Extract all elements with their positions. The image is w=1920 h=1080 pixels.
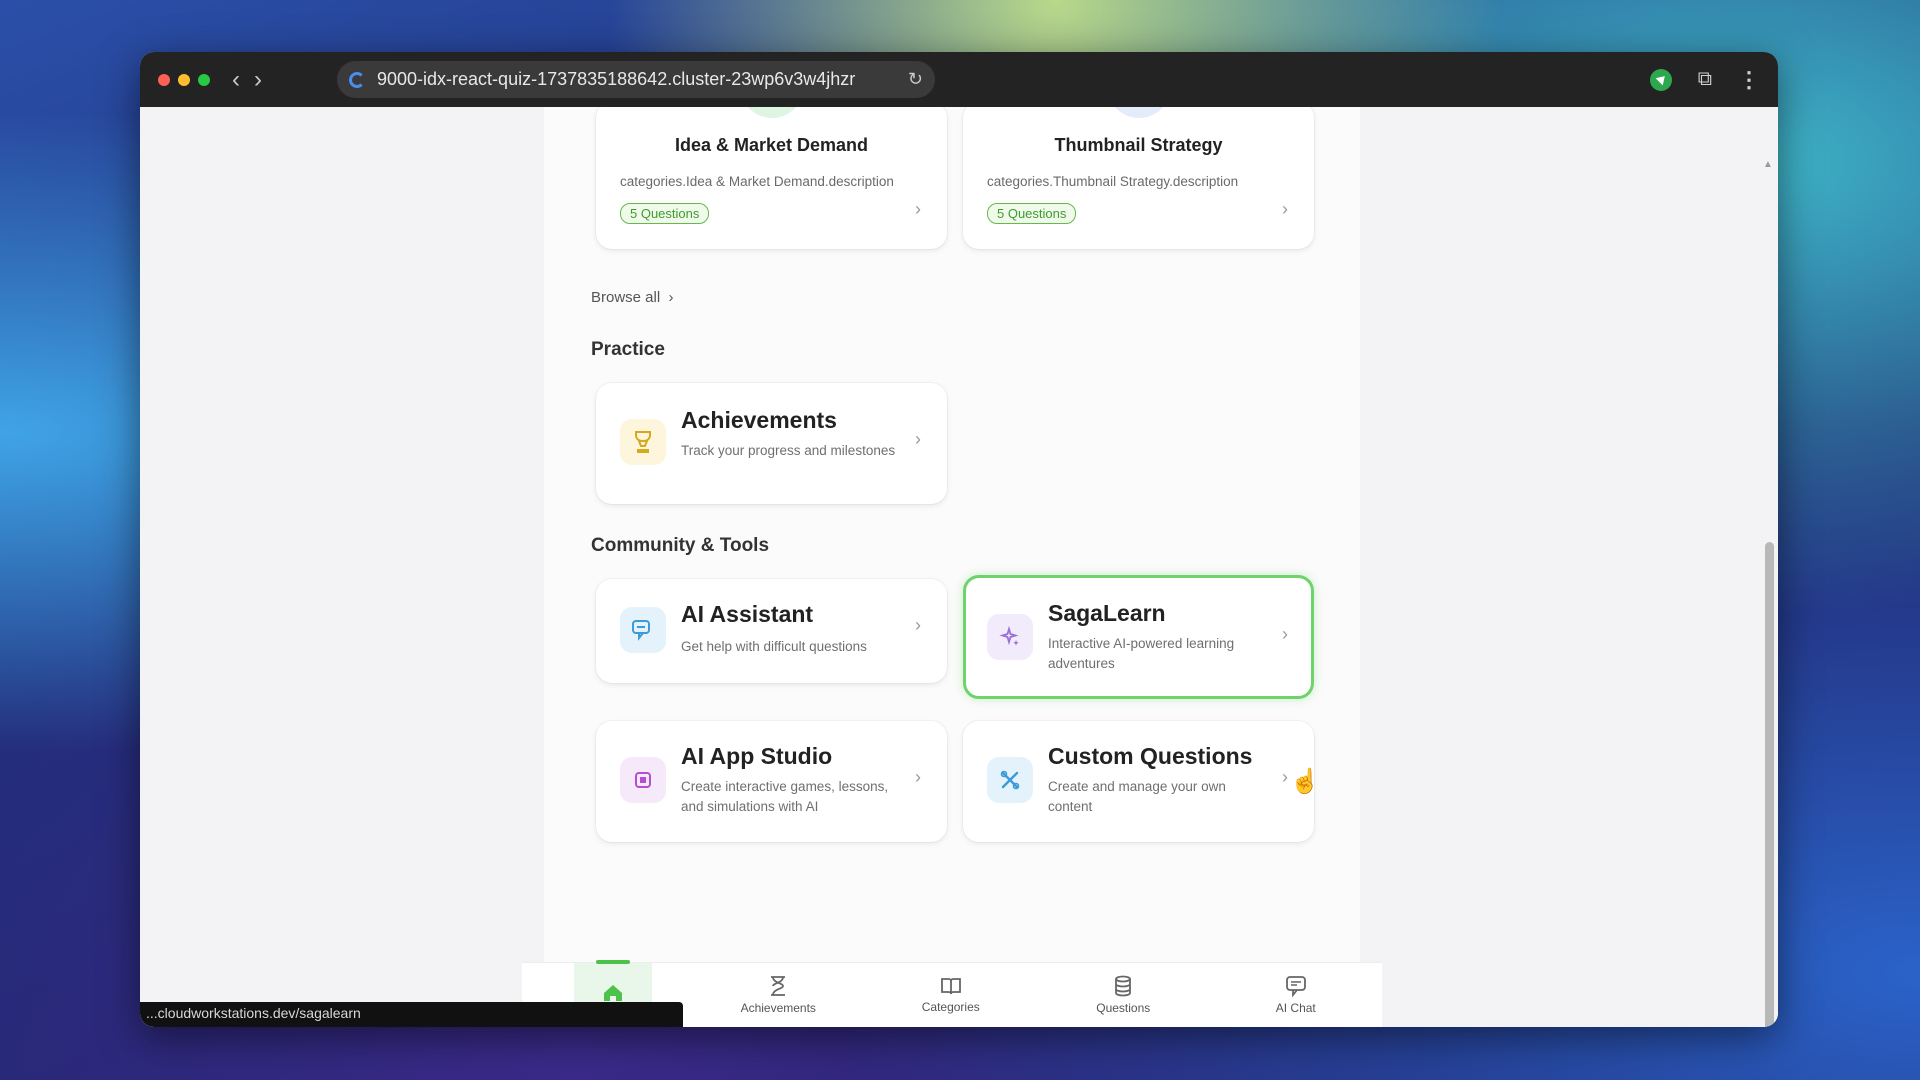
chevron-right-icon: › [915,199,921,219]
reload-icon[interactable]: ↻ [908,69,923,90]
chip-icon [620,757,666,803]
browse-all-label: Browse all [591,289,661,306]
chevron-right-icon: › [1282,767,1288,787]
minimize-window-button[interactable] [178,73,190,86]
category-title: Thumbnail Strategy [1054,135,1223,155]
sparkles-icon [987,614,1033,660]
category-icon-circle [739,107,804,118]
status-bar-link-preview: ...cloudworkstations.dev/sagalearn [140,1002,683,1027]
chevron-right-icon: › [915,429,921,449]
trophy-icon [620,419,666,465]
chevron-right-icon: › [1282,624,1288,644]
achievements-card[interactable]: Achievements Track your progress and mil… [596,383,947,504]
category-card-thumbnail-strategy[interactable]: Thumbnail Strategy categories.Thumbnail … [963,107,1314,249]
nav-ai-chat[interactable]: AI Chat [1210,963,1383,1027]
browser-window: ‹ › 9000-idx-react-quiz-1737835188642.cl… [140,52,1778,1027]
back-icon[interactable]: ‹ [232,67,240,92]
card-description: Get help with difficult questions [681,639,867,654]
category-description: categories.Idea & Market Demand.descript… [620,174,894,189]
scroll-up-arrow-icon[interactable]: ▲ [1763,159,1773,170]
card-title: AI Assistant [681,601,814,627]
section-title-practice: Practice [591,339,665,360]
home-icon [604,985,622,1001]
nav-questions[interactable]: Questions [1037,963,1210,1027]
close-window-button[interactable] [158,73,170,86]
chat-icon [1285,976,1306,997]
card-title: Achievements [681,407,837,433]
card-description: Create and manage your own content [1048,779,1226,814]
forward-icon[interactable]: › [254,67,262,92]
scroll-thumb[interactable] [1765,542,1774,1027]
card-description: Create interactive games, lessons, and s… [681,779,889,814]
category-description: categories.Thumbnail Strategy.descriptio… [987,174,1239,189]
chat-icon [620,607,666,653]
chevron-right-icon: › [1282,199,1288,219]
address-bar[interactable]: 9000-idx-react-quiz-1737835188642.cluste… [337,61,935,98]
card-title: Custom Questions [1048,743,1253,769]
custom-questions-card[interactable]: Custom Questions Create and manage your … [963,721,1314,842]
card-description: Track your progress and milestones [681,443,896,458]
vertical-scrollbar[interactable]: ▲ ▼ [1763,159,1774,1027]
browser-actions: ⧉ ⋮ [1649,52,1760,107]
window-controls [158,73,210,86]
browse-all-link[interactable]: Browse all › [591,289,674,306]
category-icon-circle [1106,107,1171,118]
nav-label: Questions [1096,1001,1151,1015]
menu-kebab-icon[interactable]: ⋮ [1738,67,1760,93]
card-description: Interactive AI-powered learning adventur… [1048,636,1235,671]
url-text[interactable]: 9000-idx-react-quiz-1737835188642.cluste… [377,69,900,90]
site-icon [349,71,365,88]
nav-categories[interactable]: Categories [865,963,1038,1027]
chevron-right-icon: › [915,767,921,787]
question-count-badge: 5 Questions [620,203,710,224]
chevron-right-icon: › [915,615,921,635]
category-title: Idea & Market Demand [674,135,869,155]
nav-achievements[interactable]: Achievements [692,963,865,1027]
ai-assistant-card[interactable]: AI Assistant Get help with difficult que… [596,579,947,683]
card-title: AI App Studio [681,743,833,769]
browser-toolbar: ‹ › 9000-idx-react-quiz-1737835188642.cl… [140,52,1778,107]
category-card-idea-market-demand[interactable]: Idea & Market Demand categories.Idea & M… [596,107,947,249]
section-title-community-tools: Community & Tools [591,535,770,556]
database-icon [1115,975,1132,997]
nav-label: Achievements [740,1001,816,1015]
chevron-right-icon: › [664,289,674,306]
extension-avatar-icon[interactable] [1649,68,1672,91]
card-title: SagaLearn [1048,600,1166,626]
book-icon [940,978,961,995]
nav-label: Categories [921,1000,980,1014]
extensions-puzzle-icon[interactable]: ⧉ [1698,68,1712,91]
nav-label: AI Chat [1275,1001,1316,1015]
sagalearn-card[interactable]: SagaLearn Interactive AI-powered learnin… [963,575,1314,699]
question-count-badge: 5 Questions [987,203,1077,224]
trophy-icon [771,976,786,996]
main-content: Idea & Market Demand categories.Idea & M… [544,107,1360,962]
hand-cursor-icon: ☝ [1290,768,1320,795]
page-viewport: Idea & Market Demand categories.Idea & M… [140,107,1778,1027]
ai-app-studio-card[interactable]: AI App Studio Create interactive games, … [596,721,947,842]
maximize-window-button[interactable] [198,73,210,86]
tools-icon [987,757,1033,803]
